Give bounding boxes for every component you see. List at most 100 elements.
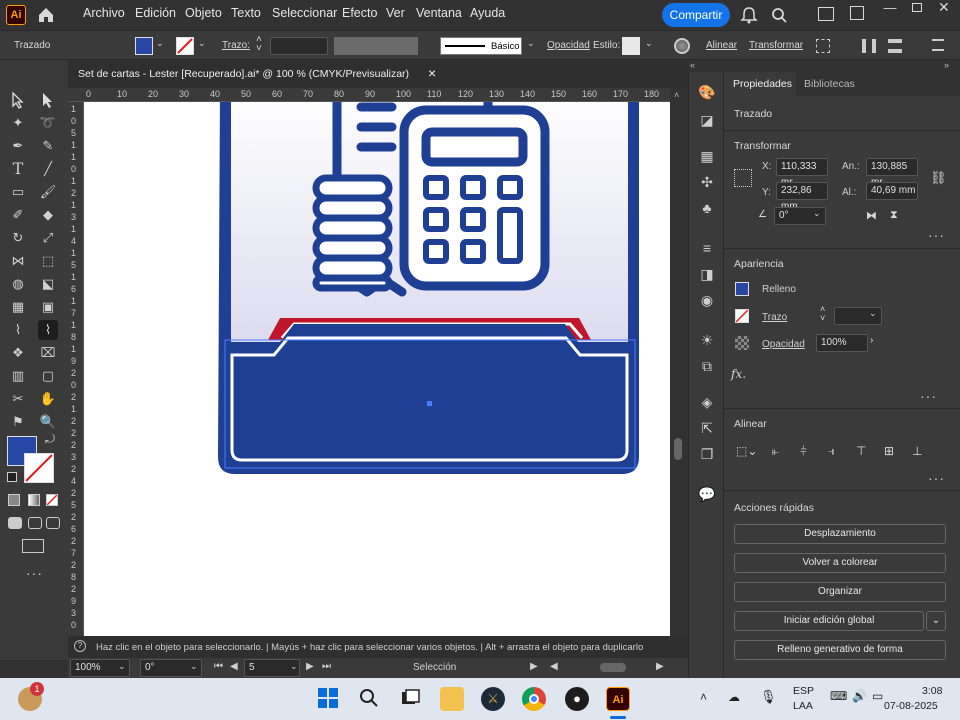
chevron-down-icon[interactable]: ⌄ [645,38,653,49]
width-tool-icon[interactable]: ⋈ [8,251,28,271]
shaper-tool-icon[interactable]: ✐ [8,205,28,225]
stroke-weight-field[interactable] [270,37,328,55]
align-top-icon[interactable]: ⊤ [856,444,866,458]
free-transform-icon[interactable]: ⬚ [38,251,58,271]
distribute-icon[interactable] [888,39,902,53]
chevron-down-icon[interactable]: ⌄ [190,661,198,672]
chevron-down-icon[interactable]: ⌄ [198,38,206,49]
rectangle-tool-icon[interactable]: ▭ [8,182,28,202]
scroll-thumb[interactable] [674,438,682,460]
menu-ver[interactable]: Ver [386,6,405,20]
graphic-styles-icon[interactable]: ⧉ [697,356,717,376]
keyboard-layout[interactable]: LAA [793,700,813,712]
eyedropper-icon[interactable]: ⌇ [8,320,28,340]
flip-vertical-icon[interactable]: ⧗ [890,209,898,222]
fx-icon[interactable]: fx. [731,367,746,381]
slice-tool-icon[interactable]: ✂ [8,389,28,409]
color-palette-icon[interactable]: 🎨 [697,82,717,102]
align-center-v-icon[interactable]: ⊞ [884,444,894,458]
global-edit-button[interactable]: Iniciar edición global [734,611,924,631]
stroke-style-field[interactable]: Básico [440,37,522,55]
export-icon[interactable]: ⇱ [697,418,717,438]
rotate-tool-icon[interactable]: ↻ [8,228,28,248]
task-view-icon[interactable] [398,687,422,711]
more-options-icon[interactable]: ··· [928,227,945,243]
mesh-tool-icon[interactable]: ▦ [8,297,28,317]
color-mode-icon[interactable] [8,494,20,506]
vertical-ruler[interactable]: 1 0 5 1 1 0 1 2 1 3 1 4 1 5 1 6 1 7 1 8 1 9 2 0 2 1 2 2 2 3 2 4 2 5 2 6 2 7 2 8… [68,102,84,636]
stepper-icon[interactable]: ˄ ˅ [256,35,262,54]
clock-time[interactable]: 3:08 [922,685,942,697]
offset-path-button[interactable]: Desplazamiento [734,524,946,544]
workspace-icon[interactable] [818,7,834,21]
color-guide-icon[interactable]: ◪ [697,110,717,130]
game-app-icon[interactable]: ⚔ [481,687,505,711]
layers-icon[interactable]: ◈ [697,392,717,412]
hscroll-thumb[interactable] [600,663,626,672]
flip-horizontal-icon[interactable]: ⧓ [866,209,877,222]
stroke-stepper-icon[interactable]: ˄ ˅ [820,305,825,323]
unlink-proportions-icon[interactable]: ⛓ [930,170,947,185]
eraser-icon[interactable]: ◆ [38,205,58,225]
graph-tool-icon[interactable]: ▥ [8,366,28,386]
chevron-down-icon[interactable]: ⌄ [156,38,164,49]
last-artboard-icon[interactable]: ⏭ [322,661,331,672]
draw-inside-icon[interactable] [46,517,60,529]
swatches-icon[interactable]: ▦ [697,146,717,166]
recolor-button[interactable]: Volver a colorear [734,553,946,573]
magic-wand-icon[interactable]: ✦ [8,113,28,133]
direct-selection-tool-icon[interactable] [38,90,58,110]
hscroll-right-icon[interactable]: ▶ [656,661,664,672]
share-button[interactable]: Compartir [662,3,730,27]
screen-mode-icon[interactable] [22,539,44,553]
stroke-swatch[interactable] [176,37,194,55]
align-right-icon[interactable]: ⫣ [828,444,835,459]
menu-objeto[interactable]: Objeto [185,6,222,20]
menu-efecto[interactable]: Efecto [342,6,377,20]
chevron-down-icon[interactable]: ⌄ [813,208,821,219]
tab-properties[interactable]: Propiedades [733,78,792,90]
window-minimize-icon[interactable]: — [880,0,900,15]
fill-swatch-panel[interactable] [735,282,749,296]
reference-point-icon[interactable] [734,169,752,187]
chevron-right-icon[interactable]: › [870,335,873,346]
file-explorer-icon[interactable] [440,687,464,711]
collapse-left-icon[interactable]: « [690,60,695,70]
menu-ventana[interactable]: Ventana [416,6,462,20]
first-artboard-icon[interactable]: ⏮ [214,661,223,672]
opacity-label[interactable]: Opacidad [547,40,590,51]
line-tool-icon[interactable]: ╱ [38,159,58,179]
stroke-label-panel[interactable]: Trazo [762,312,787,323]
clock-date[interactable]: 07-08-2025 [884,700,938,712]
window-close-icon[interactable]: ✕ [938,0,952,15]
minimize-icon[interactable] [850,6,864,20]
gradient-mode-icon[interactable] [28,494,40,506]
align-link[interactable]: Alinear [706,40,737,51]
panel-menu-icon[interactable] [932,39,944,51]
bell-icon[interactable] [740,5,758,25]
menu-edicion[interactable]: Edición [135,6,176,20]
hscroll-left-icon[interactable]: ◀ [550,661,558,672]
tab-close-icon[interactable]: × [428,65,436,81]
comments-icon[interactable]: 💬 [697,484,717,504]
none-mode-icon[interactable] [46,494,58,506]
tab-libraries[interactable]: Bibliotecas [804,78,855,90]
scale-tool-icon[interactable]: ⤢ [38,228,58,248]
more-tools-icon[interactable]: ··· [26,565,43,581]
generative-shape-fill-button[interactable]: Relleno generativo de forma [734,640,946,660]
arrange-button[interactable]: Organizar [734,582,946,602]
menu-texto[interactable]: Texto [231,6,261,20]
stroke-color-swatch[interactable] [24,453,54,483]
canvas-area[interactable] [84,102,670,636]
scroll-up-icon[interactable]: ˄ [674,90,679,100]
gradient-panel-icon[interactable]: ◨ [697,264,717,284]
eyedropper-active-icon[interactable]: ⌇ [38,320,58,340]
align-left-icon[interactable]: ⫦ [772,444,779,459]
tray-overflow-icon[interactable]: ˄ [700,690,707,704]
menu-archivo[interactable]: Archivo [83,6,125,20]
stroke-swatch-panel[interactable] [735,309,749,323]
align-center-h-icon[interactable]: ⫩ [800,444,807,459]
isolate-icon[interactable] [816,39,830,53]
document-tab[interactable]: Set de cartas - Lester [Recuperado].ai* … [78,68,409,80]
print-tiling-icon[interactable]: ⚑ [8,412,28,432]
